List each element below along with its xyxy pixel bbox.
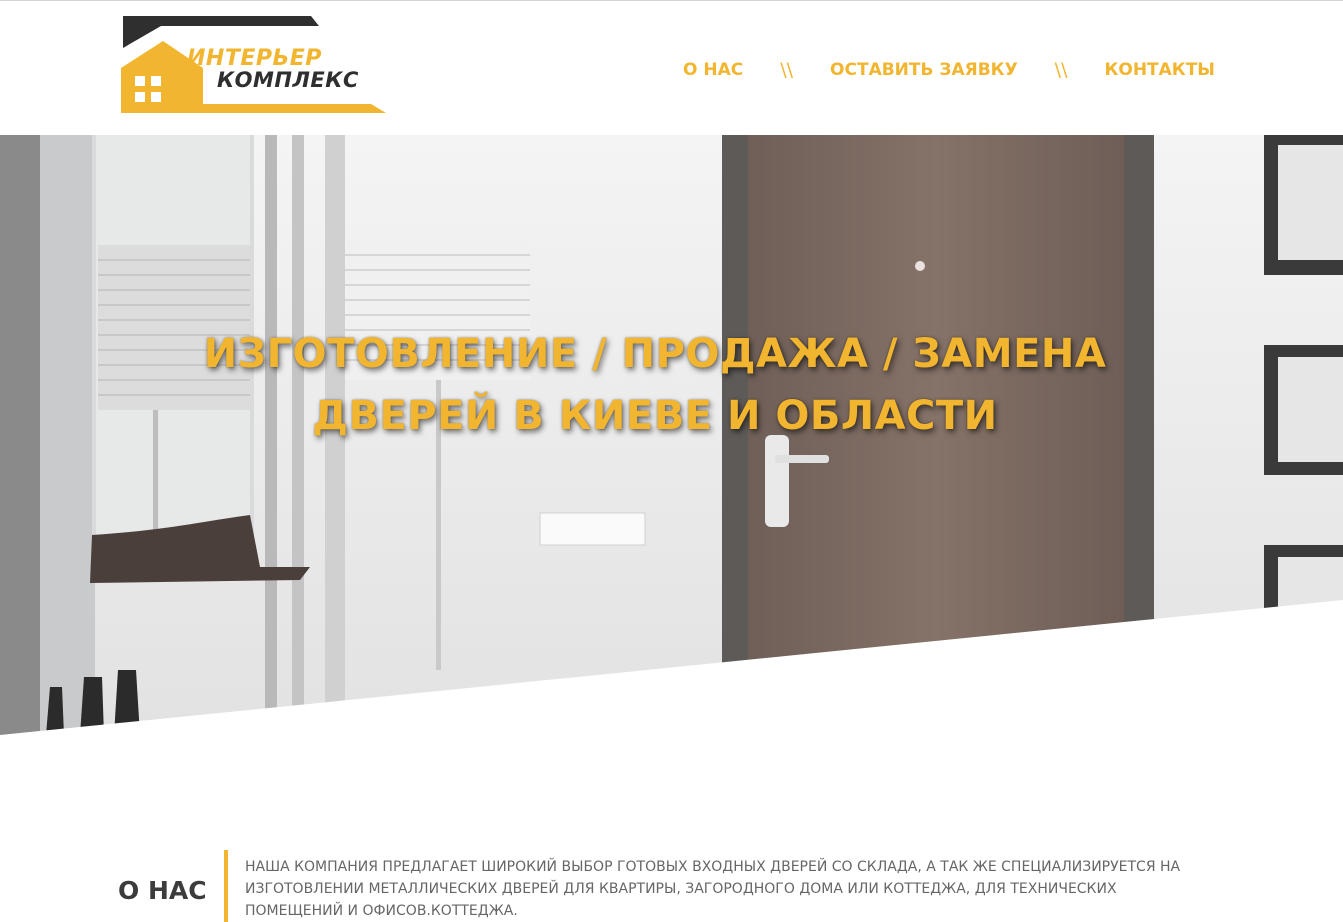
hero-title-line2: ДВЕРЕЙ В КИЕВЕ И ОБЛАСТИ: [312, 393, 998, 439]
hero-title-line1: ИЗГОТОВЛЕНИЕ / ПРОДАЖА / ЗАМЕНА: [203, 331, 1107, 377]
logo[interactable]: ИНТЕРЬЕР КОМПЛЕКС: [121, 16, 387, 116]
hero-title: ИЗГОТОВЛЕНИЕ / ПРОДАЖА / ЗАМЕНА ДВЕРЕЙ В…: [0, 323, 1310, 447]
about-text: НАША КОМПАНИЯ ПРЕДЛАГАЕТ ШИРОКИЙ ВЫБОР Г…: [245, 859, 1181, 919]
nav-contacts[interactable]: КОНТАКТЫ: [1104, 60, 1214, 80]
nav-separator: \\: [780, 59, 794, 81]
nav-about[interactable]: О НАС: [683, 60, 743, 80]
logo-text-line2: КОМПЛЕКС: [217, 68, 359, 92]
site-header: ИНТЕРЬЕР КОМПЛЕКС О НАС \\ ОСТАВИТЬ ЗАЯВ…: [0, 1, 1343, 135]
nav-request[interactable]: ОСТАВИТЬ ЗАЯВКУ: [830, 60, 1018, 80]
nav-separator: \\: [1054, 59, 1068, 81]
about-section: О НАС НАША КОМПАНИЯ ПРЕДЛАГАЕТ ШИРОКИЙ В…: [0, 735, 1343, 922]
about-title: О НАС: [118, 876, 207, 905]
about-divider: [224, 850, 228, 922]
hero-banner: ИЗГОТОВЛЕНИЕ / ПРОДАЖА / ЗАМЕНА ДВЕРЕЙ В…: [0, 135, 1343, 735]
main-nav: О НАС \\ ОСТАВИТЬ ЗАЯВКУ \\ КОНТАКТЫ: [683, 57, 1215, 83]
